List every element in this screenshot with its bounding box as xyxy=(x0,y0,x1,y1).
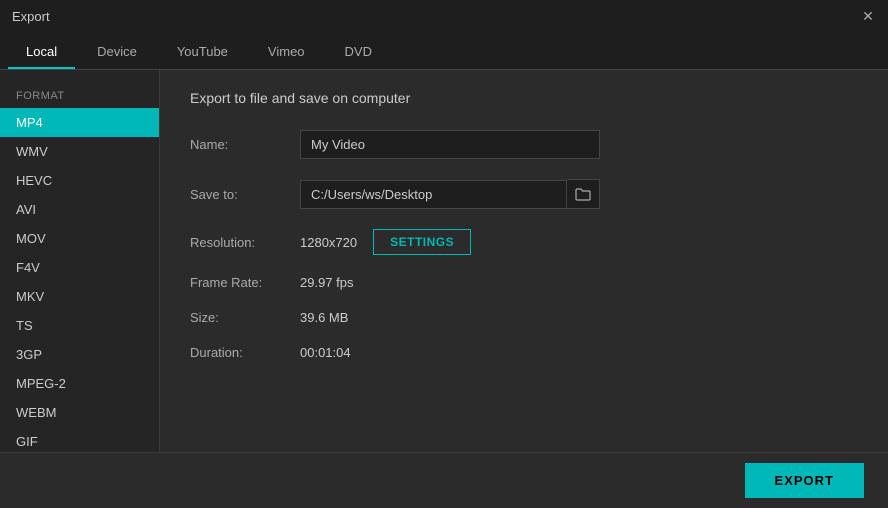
export-window: Export ✕ Local Device YouTube Vimeo DVD … xyxy=(0,0,888,508)
format-mov[interactable]: MOV xyxy=(0,224,159,253)
name-label: Name: xyxy=(190,137,300,152)
tab-device[interactable]: Device xyxy=(79,36,155,69)
size-value: 39.6 MB xyxy=(300,310,348,325)
format-mp4[interactable]: MP4 xyxy=(0,108,159,137)
tab-vimeo[interactable]: Vimeo xyxy=(250,36,323,69)
footer: EXPORT xyxy=(0,452,888,508)
resolution-row: Resolution: 1280x720 SETTINGS xyxy=(190,229,858,255)
format-sidebar: Format MP4 WMV HEVC AVI MOV F4V MKV TS 3… xyxy=(0,70,160,452)
format-gif[interactable]: GIF xyxy=(0,427,159,452)
format-f4v[interactable]: F4V xyxy=(0,253,159,282)
window-title: Export xyxy=(12,9,50,24)
resolution-value: 1280x720 xyxy=(300,235,357,250)
format-webm[interactable]: WEBM xyxy=(0,398,159,427)
title-bar: Export ✕ xyxy=(0,0,888,32)
main-panel: Export to file and save on computer Name… xyxy=(160,70,888,452)
tab-dvd[interactable]: DVD xyxy=(327,36,390,69)
folder-browse-button[interactable] xyxy=(567,179,600,209)
name-input[interactable] xyxy=(300,130,600,159)
frame-rate-value: 29.97 fps xyxy=(300,275,354,290)
duration-value: 00:01:04 xyxy=(300,345,351,360)
name-row: Name: xyxy=(190,130,858,159)
panel-title: Export to file and save on computer xyxy=(190,90,858,106)
size-label: Size: xyxy=(190,310,300,325)
format-3gp[interactable]: 3GP xyxy=(0,340,159,369)
tab-local[interactable]: Local xyxy=(8,36,75,69)
save-to-row: Save to: xyxy=(190,179,858,209)
format-mpeg2[interactable]: MPEG-2 xyxy=(0,369,159,398)
format-section-label: Format xyxy=(0,82,159,108)
size-row: Size: 39.6 MB xyxy=(190,310,858,325)
save-to-label: Save to: xyxy=(190,187,300,202)
format-hevc[interactable]: HEVC xyxy=(0,166,159,195)
duration-row: Duration: 00:01:04 xyxy=(190,345,858,360)
frame-rate-label: Frame Rate: xyxy=(190,275,300,290)
format-mkv[interactable]: MKV xyxy=(0,282,159,311)
format-avi[interactable]: AVI xyxy=(0,195,159,224)
duration-label: Duration: xyxy=(190,345,300,360)
export-button[interactable]: EXPORT xyxy=(745,463,864,498)
tab-bar: Local Device YouTube Vimeo DVD xyxy=(0,32,888,70)
tab-youtube[interactable]: YouTube xyxy=(159,36,246,69)
close-button[interactable]: ✕ xyxy=(860,8,876,24)
frame-rate-row: Frame Rate: 29.97 fps xyxy=(190,275,858,290)
settings-button[interactable]: SETTINGS xyxy=(373,229,471,255)
format-wmv[interactable]: WMV xyxy=(0,137,159,166)
save-to-input[interactable] xyxy=(300,180,567,209)
save-to-wrapper xyxy=(300,179,600,209)
content-area: Format MP4 WMV HEVC AVI MOV F4V MKV TS 3… xyxy=(0,70,888,452)
format-ts[interactable]: TS xyxy=(0,311,159,340)
resolution-label: Resolution: xyxy=(190,235,300,250)
